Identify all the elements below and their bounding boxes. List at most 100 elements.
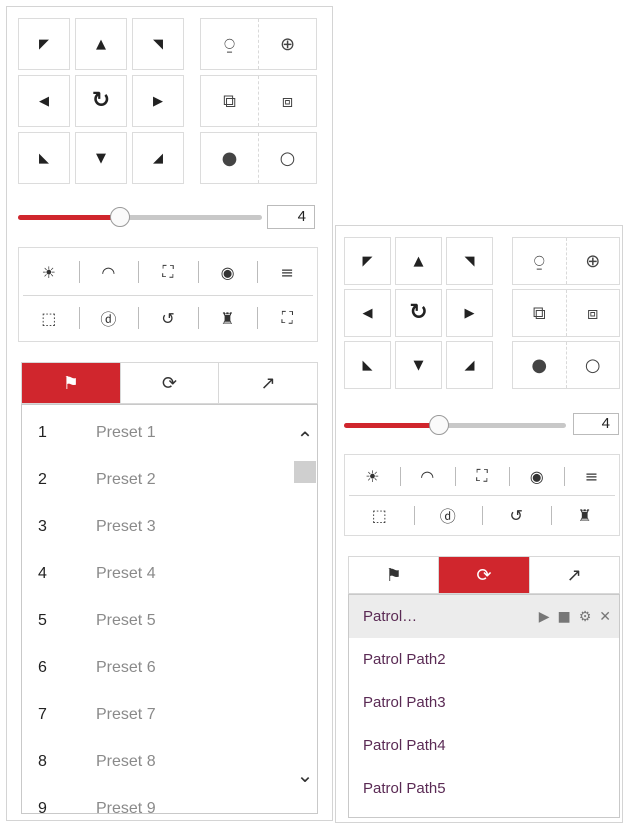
pan-left-button[interactable]: ◀ (344, 289, 391, 337)
pan-left-button[interactable]: ◀ (18, 75, 70, 127)
rotate-icon: ↻ (409, 300, 428, 325)
auto-pan-button[interactable]: ↻ (395, 289, 442, 337)
speed-value[interactable]: 4 (267, 205, 315, 229)
menu-button[interactable]: ≡ (257, 250, 317, 294)
lens-control-group: ⧉ ⧈ (512, 289, 620, 337)
zoom-in-button[interactable]: ⊕ (258, 19, 316, 69)
preset-item[interactable]: 4 Preset 4 (22, 552, 290, 596)
speed-slider-thumb[interactable] (429, 415, 449, 435)
speed-slider-thumb[interactable] (110, 207, 130, 227)
wiper-button[interactable]: ◠ (78, 250, 139, 294)
preset-patrol-pattern-tabs: ⚑ ⟳ ↗ (348, 556, 620, 594)
preset-item[interactable]: 2 Preset 2 (22, 458, 290, 502)
pan-right-button[interactable]: ▶ (132, 75, 184, 127)
tab-preset[interactable]: ⚑ (22, 363, 120, 403)
right-arrow-icon: ▶ (464, 305, 475, 321)
pan-up-button[interactable]: ▲ (75, 18, 127, 70)
patrol-item[interactable]: Patrol Path2 (349, 638, 619, 681)
gear-icon[interactable]: ⚙ (579, 609, 592, 625)
pan-down-right-button[interactable]: ◢ (132, 132, 184, 184)
light-button[interactable]: ☀ (19, 250, 79, 294)
one-touch-patrol-icon: ↺ (509, 505, 523, 525)
preset-list-scrollbar[interactable]: ⌃ ⌄ (292, 405, 317, 813)
tab-patrol[interactable]: ⟳ (119, 363, 219, 403)
iris-open-button[interactable]: ○ (565, 342, 620, 388)
patrol-item[interactable]: Patrol… ▶ ■ ⚙ ✕ (349, 595, 619, 638)
focus-near-button[interactable]: ⧉ (513, 290, 566, 336)
patrol-item[interactable]: Patrol Path5 (349, 767, 619, 810)
play-icon[interactable]: ▶ (539, 609, 550, 625)
preset-item[interactable]: 9 Preset 9 (22, 787, 290, 813)
auto-pan-button[interactable]: ↻ (75, 75, 127, 127)
auxiliary-focus-button[interactable]: ⛶ (454, 457, 510, 495)
person-tracking-button[interactable]: ⛶ (257, 296, 317, 340)
preset-number: 2 (38, 471, 47, 488)
pan-down-button[interactable]: ▼ (395, 341, 442, 389)
tab-preset[interactable]: ⚑ (349, 557, 439, 593)
patrol-item[interactable]: Patrol Path4 (349, 724, 619, 767)
pan-down-left-button[interactable]: ◣ (18, 132, 70, 184)
focus-far-icon: ⧈ (587, 302, 599, 324)
zoom-out-button[interactable]: ⍜ (513, 238, 566, 284)
preset-item[interactable]: 7 Preset 7 (22, 693, 290, 737)
tab-patrol[interactable]: ⟳ (438, 557, 529, 593)
light-button[interactable]: ☀ (345, 457, 400, 495)
patrol-list: Patrol… ▶ ■ ⚙ ✕ Patrol Path2 Patrol Path3 Patro… (348, 594, 620, 818)
pan-down-right-button[interactable]: ◢ (446, 341, 493, 389)
speed-value[interactable]: 4 (573, 413, 619, 435)
pan-up-right-button[interactable]: ◥ (132, 18, 184, 70)
preset-name: Preset 8 (96, 753, 156, 770)
pan-up-left-button[interactable]: ◤ (18, 18, 70, 70)
preset-item[interactable]: 1 Preset 1 (22, 411, 290, 455)
one-touch-park-button[interactable]: ♜ (550, 496, 620, 534)
tab-pattern[interactable]: ↗ (218, 363, 318, 403)
down-left-arrow-icon: ◣ (362, 357, 373, 373)
pan-up-left-button[interactable]: ◤ (344, 237, 391, 285)
zoom-3d-button[interactable]: ⓓ (413, 496, 483, 534)
preset-item[interactable]: 8 Preset 8 (22, 740, 290, 784)
scroll-down-icon[interactable]: ⌄ (292, 761, 317, 789)
close-icon[interactable]: ✕ (599, 609, 611, 625)
patrol-icon: ⟳ (161, 372, 178, 394)
tab-pattern[interactable]: ↗ (528, 557, 619, 593)
patrol-item[interactable]: Patrol Path3 (349, 681, 619, 724)
iris-close-button[interactable]: ● (201, 133, 258, 183)
preset-item[interactable]: 5 Preset 5 (22, 599, 290, 643)
iris-open-button[interactable]: ○ (258, 133, 316, 183)
focus-near-button[interactable]: ⧉ (201, 76, 258, 126)
zoom-3d-button[interactable]: ⓓ (78, 296, 139, 340)
lens-initialization-button[interactable]: ◉ (197, 250, 258, 294)
left-arrow-icon: ◀ (39, 93, 49, 109)
zoom-in-button[interactable]: ⊕ (565, 238, 620, 284)
focus-far-button[interactable]: ⧈ (565, 290, 620, 336)
pan-right-button[interactable]: ▶ (446, 289, 493, 337)
manual-tracking-button[interactable]: ⬚ (345, 496, 414, 534)
scrollbar-thumb[interactable] (294, 461, 316, 483)
zoom-out-button[interactable]: ⍜ (201, 19, 258, 69)
wiper-icon: ◠ (420, 466, 435, 486)
focus-far-button[interactable]: ⧈ (258, 76, 316, 126)
flag-icon: ⚑ (62, 372, 79, 394)
stop-icon[interactable]: ■ (557, 609, 570, 625)
wiper-button[interactable]: ◠ (399, 457, 455, 495)
one-touch-patrol-button[interactable]: ↺ (482, 496, 551, 534)
preset-item[interactable]: 6 Preset 6 (22, 646, 290, 690)
auxiliary-toolbox: ☀ ◠ ⛶ ◉ ≡ ⬚ ⓓ ↺ ♜ (344, 454, 620, 536)
pan-up-button[interactable]: ▲ (395, 237, 442, 285)
menu-button[interactable]: ≡ (564, 457, 619, 495)
speed-slider[interactable] (18, 207, 262, 227)
auxiliary-focus-button[interactable]: ⛶ (138, 250, 198, 294)
speed-slider[interactable] (344, 415, 566, 435)
preset-item[interactable]: 3 Preset 3 (22, 505, 290, 549)
pan-down-button[interactable]: ▼ (75, 132, 127, 184)
iris-close-icon: ● (221, 147, 238, 169)
pan-down-left-button[interactable]: ◣ (344, 341, 391, 389)
scroll-up-icon[interactable]: ⌃ (292, 425, 317, 453)
preset-patrol-pattern-tabs: ⚑ ⟳ ↗ (21, 362, 318, 404)
manual-tracking-button[interactable]: ⬚ (19, 296, 79, 340)
one-touch-patrol-button[interactable]: ↺ (138, 296, 198, 340)
one-touch-park-button[interactable]: ♜ (197, 296, 258, 340)
iris-close-button[interactable]: ● (513, 342, 566, 388)
pan-up-right-button[interactable]: ◥ (446, 237, 493, 285)
lens-initialization-button[interactable]: ◉ (509, 457, 564, 495)
